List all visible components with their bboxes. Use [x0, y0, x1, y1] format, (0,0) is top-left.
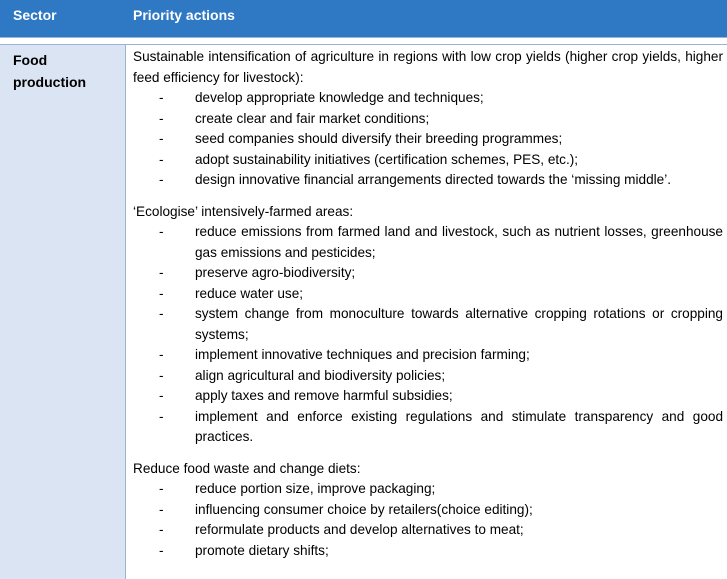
dash-bullet-icon: -	[159, 131, 164, 146]
action-group-intro: Sustainable intensification of agricultu…	[133, 49, 723, 85]
table-header: Sector Priority actions	[0, 0, 727, 38]
dash-bullet-icon: -	[159, 408, 164, 424]
actions-cell: Sustainable intensification of agricultu…	[133, 47, 723, 572]
list-item-text: system change from monoculture towards a…	[195, 306, 723, 342]
list-item-text: reduce portion size, improve packaging;	[195, 481, 436, 496]
list-item: - align agricultural and biodiversity pol…	[133, 366, 723, 387]
dash-bullet-icon: -	[159, 388, 164, 403]
list-item: - develop appropriate knowledge and techn…	[133, 88, 723, 109]
list-item-text: seed companies should diversify their br…	[195, 131, 563, 146]
dash-bullet-icon: -	[159, 481, 164, 496]
dash-bullet-icon: -	[159, 347, 164, 362]
dash-bullet-icon: -	[159, 542, 164, 558]
list-item-text: design innovative financial arrangements…	[195, 172, 672, 187]
dash-bullet-icon: -	[159, 367, 164, 383]
list-item-text: align agricultural and biodiversity poli…	[195, 367, 446, 383]
list-item: - implement innovative techniques and pre…	[133, 345, 723, 366]
list-item: - create clear and fair market conditions…	[133, 109, 723, 130]
dash-bullet-icon: -	[159, 285, 164, 301]
list-item: - system change from monoculture towards …	[133, 304, 723, 345]
list-item: - seed companies should diversify their b…	[133, 129, 723, 150]
list-item-text: preserve agro-biodiversity;	[195, 265, 356, 280]
action-group-intro: Reduce food waste and change diets:	[133, 460, 361, 476]
dash-bullet-icon: -	[159, 90, 164, 105]
sector-label: Food production	[13, 52, 87, 90]
list-item: - influencing consumer choice by retailer…	[133, 500, 723, 521]
list-item: - implement and enforce existing regulati…	[133, 407, 723, 448]
list-item: - reformulate products and develop altern…	[133, 520, 723, 541]
list-item-text: adopt sustainability initiatives (certif…	[195, 151, 579, 167]
dash-bullet-icon: -	[159, 265, 164, 280]
action-group: ‘Ecologise’ intensively-farmed areas: - re…	[133, 202, 723, 448]
list-item: - reduce portion size, improve packaging;	[133, 479, 723, 500]
list-item-text: apply taxes and remove harmful subsidies…	[195, 388, 453, 403]
list-item-text: reformulate products and develop alterna…	[195, 522, 524, 537]
list-item: - promote dietary shifts;	[133, 541, 723, 562]
dash-bullet-icon: -	[159, 306, 164, 321]
action-group: Reduce food waste and change diets: - redu…	[133, 459, 723, 562]
list-item: - apply taxes and remove harmful subsidie…	[133, 386, 723, 407]
list-item: - adopt sustainability initiatives (certi…	[133, 150, 723, 171]
dash-bullet-icon: -	[159, 224, 164, 239]
list-item-text: implement innovative techniques and prec…	[195, 347, 530, 362]
dash-bullet-icon: -	[159, 172, 164, 187]
action-group: Sustainable intensification of agricultu…	[133, 47, 723, 191]
list-item-text: reduce water use;	[195, 285, 304, 301]
list-item: - reduce water use;	[133, 284, 723, 305]
list-item-text: implement and enforce existing regulatio…	[195, 408, 723, 445]
list-item: - design innovative financial arrangement…	[133, 170, 723, 191]
dash-bullet-icon: -	[159, 522, 164, 537]
header-priority-actions: Priority actions	[133, 7, 235, 23]
list-item-text: develop appropriate knowledge and techni…	[195, 90, 484, 105]
action-group-intro: ‘Ecologise’ intensively-farmed areas:	[133, 203, 354, 219]
list-item-text: promote dietary shifts;	[195, 542, 329, 558]
header-spacer-row	[0, 38, 727, 45]
list-item: - preserve agro-biodiversity;	[133, 263, 723, 284]
dash-bullet-icon: -	[159, 501, 164, 517]
priority-actions-table: Sector Priority actions Food production …	[0, 0, 727, 579]
list-item-text: reduce emissions from farmed land and li…	[195, 224, 723, 260]
sector-cell: Food production	[0, 45, 126, 579]
list-item: - reduce emissions from farmed land and l…	[133, 222, 723, 263]
dash-bullet-icon: -	[159, 151, 164, 167]
header-sector: Sector	[13, 7, 57, 23]
dash-bullet-icon: -	[159, 110, 164, 126]
list-item-text: influencing consumer choice by retailers…	[195, 501, 533, 517]
list-item-text: create clear and fair market conditions;	[195, 110, 430, 126]
